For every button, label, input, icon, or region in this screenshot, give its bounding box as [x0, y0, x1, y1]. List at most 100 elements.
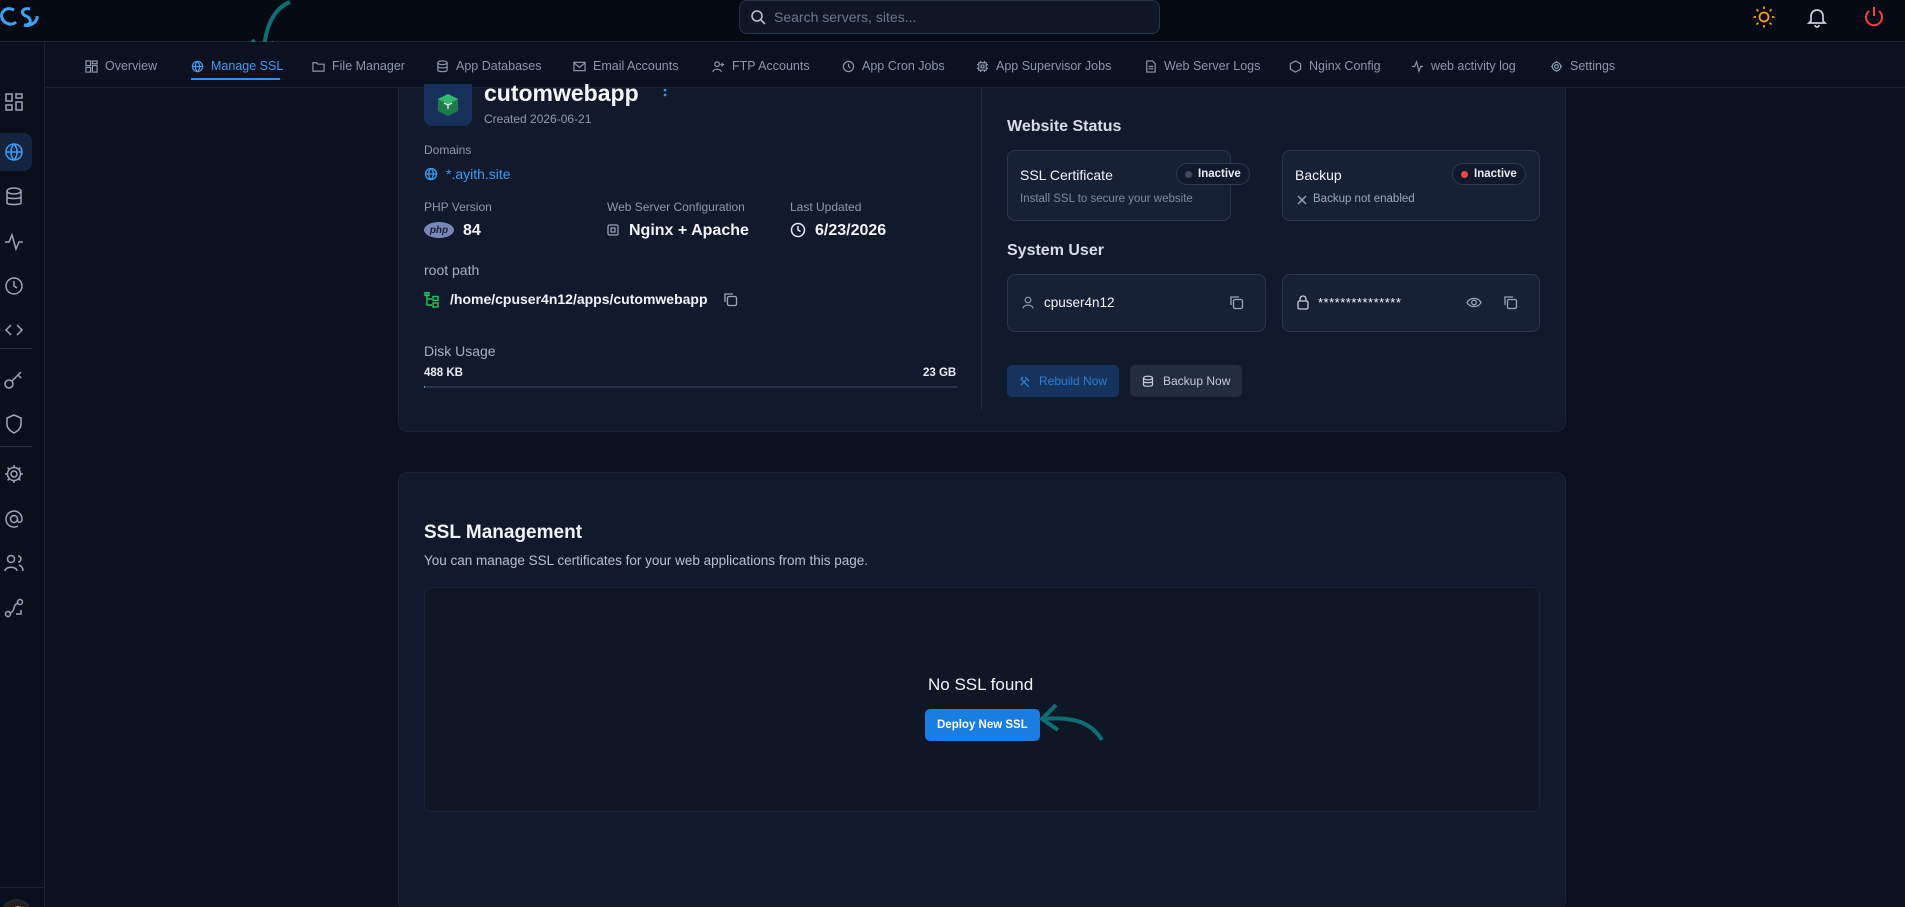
clock-icon[interactable]	[2, 274, 26, 298]
status-badge-label: Inactive	[1474, 168, 1517, 180]
no-ssl-message: No SSL found	[928, 675, 1034, 694]
search-bar[interactable]: Search servers, sites...	[739, 0, 1160, 34]
users-icon[interactable]	[2, 551, 26, 575]
clock-icon	[842, 60, 855, 72]
key-icon[interactable]	[2, 368, 26, 392]
tab-email-accounts[interactable]: Email Accounts	[573, 55, 678, 77]
globe-icon	[424, 167, 438, 181]
route-icon[interactable]	[2, 596, 26, 620]
ssl-status-card: SSL Certificate Inactive Install SSL to …	[1007, 150, 1250, 221]
database-icon	[437, 59, 448, 72]
tab-settings[interactable]: Settings	[1550, 55, 1615, 77]
activity-icon[interactable]	[2, 230, 26, 254]
backup-status-desc: Backup not enabled	[1313, 193, 1415, 205]
search-icon	[751, 10, 766, 25]
deploy-new-ssl-label: Deploy New SSL	[937, 719, 1028, 731]
copy-icon[interactable]	[723, 292, 738, 307]
more-options-icon[interactable]	[661, 88, 669, 102]
power-icon[interactable]	[1862, 5, 1886, 29]
clock-icon	[790, 222, 806, 238]
tab-app-supervisor-jobs[interactable]: App Supervisor Jobs	[976, 55, 1111, 77]
domain-link[interactable]: *.ayith.site	[446, 166, 511, 182]
sidebar-divider	[0, 348, 32, 349]
mail-icon	[573, 61, 586, 71]
bell-icon[interactable]	[1805, 5, 1829, 29]
lock-icon	[1297, 295, 1309, 310]
tab-nginx-config[interactable]: Nginx Config	[1289, 55, 1381, 77]
app-created: Created 2026-06-21	[484, 112, 592, 126]
at-sign-icon[interactable]	[2, 507, 26, 531]
tab-overview[interactable]: Overview	[85, 55, 157, 77]
tools-icon	[1020, 376, 1030, 387]
ssl-empty-state: No SSL found Deploy New SSL	[424, 587, 1540, 812]
rebuild-now-button[interactable]: Rebuild Now	[1007, 365, 1120, 397]
search-input[interactable]: Search servers, sites...	[774, 9, 916, 25]
eye-icon[interactable]	[1466, 296, 1482, 309]
tab-label: File Manager	[332, 59, 405, 73]
logo[interactable]	[0, 4, 40, 30]
system-user-title: System User	[1007, 242, 1104, 259]
sidebar-divider	[0, 446, 32, 447]
webserver-label: Web Server Configuration	[607, 200, 745, 214]
tab-label: App Cron Jobs	[862, 59, 945, 73]
tab-file-manager[interactable]: File Manager	[312, 55, 405, 77]
tab-label: Nginx Config	[1309, 59, 1381, 73]
root-path-label: root path	[424, 262, 480, 278]
tab-manage-ssl[interactable]: Manage SSL	[191, 55, 283, 77]
deploy-new-ssl-button[interactable]: Deploy New SSL	[925, 709, 1040, 741]
root-path-value: /home/cpuser4n12/apps/cutomwebapp	[450, 291, 708, 307]
username-value: cpuser4n12	[1044, 295, 1115, 310]
user-plus-icon	[712, 60, 725, 72]
tab-label: App Databases	[456, 59, 542, 73]
password-value: ***************	[1318, 295, 1402, 310]
tab-app-cron-jobs[interactable]: App Cron Jobs	[842, 55, 945, 77]
code-icon[interactable]	[2, 318, 26, 342]
shield-icon[interactable]	[2, 412, 26, 436]
backup-now-button[interactable]: Backup Now	[1130, 365, 1243, 397]
disk-total: 23 GB	[923, 367, 957, 379]
disk-usage-label: Disk Usage	[424, 343, 496, 359]
tab-ftp-accounts[interactable]: FTP Accounts	[712, 55, 810, 77]
folder-icon	[312, 61, 325, 72]
ssl-management-desc: You can manage SSL certificates for your…	[424, 553, 868, 568]
tab-bar: Overview Manage SSL File Manager App Dat…	[46, 42, 1905, 88]
ssl-status-desc: Install SSL to secure your website	[1020, 193, 1193, 205]
backup-status-card: Backup Inactive Backup not enabled	[1282, 150, 1540, 221]
copy-icon[interactable]	[1229, 295, 1244, 310]
activity-icon	[1411, 59, 1424, 73]
ssl-status-title: SSL Certificate	[1020, 167, 1113, 183]
app-name: cutomwebapp	[484, 80, 639, 106]
backup-status-title: Backup	[1295, 167, 1342, 183]
avatar[interactable]	[0, 899, 33, 907]
gear-icon	[1550, 60, 1563, 72]
last-updated-label: Last Updated	[790, 200, 862, 214]
globe-icon	[191, 60, 204, 72]
copy-icon[interactable]	[1503, 295, 1518, 310]
grid-icon	[85, 59, 98, 73]
active-tab-indicator	[191, 78, 280, 80]
tab-label: Settings	[1570, 59, 1616, 73]
sidebar-footer-divider	[0, 887, 45, 888]
globe-icon[interactable]	[2, 140, 26, 164]
tab-web-server-logs[interactable]: Web Server Logs	[1144, 55, 1260, 77]
tab-label: Email Accounts	[593, 59, 679, 73]
tab-app-databases[interactable]: App Databases	[436, 55, 541, 77]
domains-label: Domains	[424, 143, 472, 157]
app-icon	[424, 84, 472, 126]
tab-label: Overview	[105, 59, 158, 73]
folder-tree-icon	[424, 292, 439, 308]
card-divider	[981, 88, 982, 410]
close-icon	[1297, 195, 1307, 205]
gear-icon[interactable]	[2, 462, 26, 486]
database-icon[interactable]	[2, 185, 26, 209]
tab-label: FTP Accounts	[732, 59, 810, 73]
website-status-title: Website Status	[1007, 118, 1122, 135]
tab-label: Manage SSL	[211, 59, 284, 73]
status-badge: Inactive	[1176, 163, 1250, 185]
status-badge-label: Inactive	[1198, 168, 1241, 180]
sun-icon[interactable]	[1752, 5, 1776, 29]
tab-web-activity-log[interactable]: web activity log	[1411, 55, 1516, 77]
hexagon-icon	[1289, 59, 1302, 73]
status-badge: Inactive	[1452, 163, 1526, 185]
dashboard-icon[interactable]	[2, 90, 26, 114]
